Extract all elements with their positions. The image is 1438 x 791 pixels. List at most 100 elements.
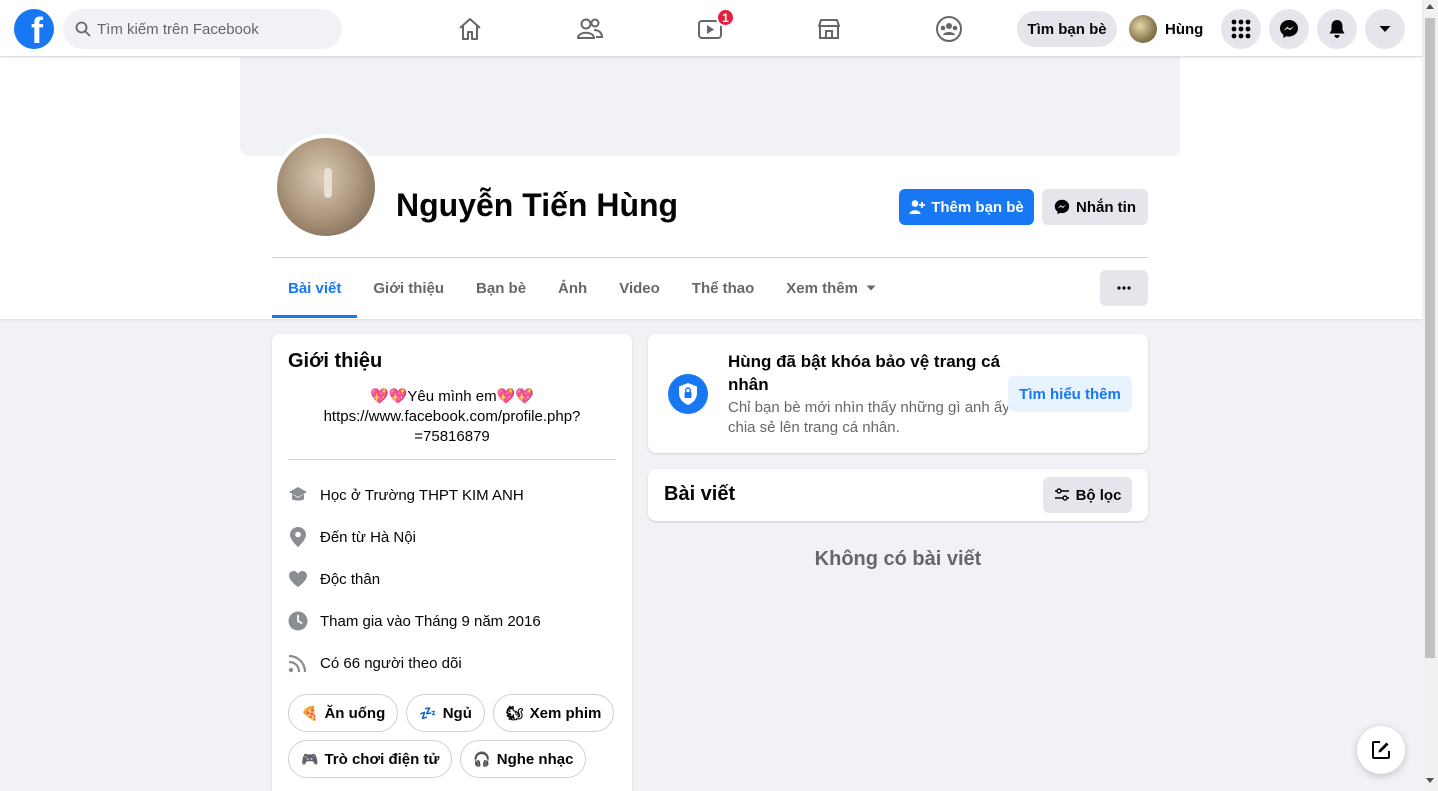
hobby-chip[interactable]: 💤 Ngủ bbox=[406, 694, 485, 732]
intro-card: Giới thiệu 💖💖Yêu mình em💖💖 https://www.f… bbox=[272, 334, 632, 791]
lock-description: Chỉ bạn bè mới nhìn thấy những gì anh ấy… bbox=[728, 399, 1010, 436]
message-label: Nhắn tin bbox=[1076, 198, 1136, 216]
hobby-chip[interactable]: 🍕 Ăn uống bbox=[288, 694, 399, 732]
tab-posts[interactable]: Bài viết bbox=[272, 258, 358, 318]
search-box[interactable] bbox=[63, 9, 342, 49]
sleep-icon: 💤 bbox=[419, 704, 437, 721]
profile-lock-card: Hùng đã bật khóa bảo vệ trang cá nhân Ch… bbox=[648, 334, 1148, 453]
add-user-icon bbox=[909, 200, 926, 214]
bio: 💖💖Yêu mình em💖💖 https://www.facebook.com… bbox=[288, 387, 616, 447]
tab-label: Xem thêm bbox=[786, 279, 858, 297]
squirrel-icon: 🐿 bbox=[505, 704, 524, 721]
info-joined: Tham gia vào Tháng 9 năm 2016 bbox=[288, 600, 616, 642]
filter-label: Bộ lọc bbox=[1075, 486, 1122, 504]
hobby-label: Nghe nhạc bbox=[496, 750, 574, 768]
find-friends-button[interactable]: Tìm bạn bè bbox=[1017, 11, 1117, 47]
bio-divider bbox=[288, 459, 616, 460]
pizza-icon: 🍕 bbox=[301, 704, 319, 721]
notifications-button[interactable] bbox=[1317, 9, 1357, 49]
filter-button[interactable]: Bộ lọc bbox=[1043, 477, 1132, 513]
user-name: Hùng bbox=[1165, 20, 1204, 38]
rss-icon bbox=[288, 653, 308, 673]
tab-photos[interactable]: Ảnh bbox=[542, 258, 603, 318]
facebook-logo-icon[interactable]: f bbox=[14, 9, 54, 49]
tab-label: Ảnh bbox=[558, 279, 588, 297]
nav-watch-tab[interactable]: 1 bbox=[655, 4, 765, 54]
account-menu-button[interactable] bbox=[1365, 9, 1405, 49]
location-pin-icon bbox=[288, 527, 308, 547]
marketplace-icon bbox=[818, 19, 840, 39]
joined-date: Tham gia vào Tháng 9 năm 2016 bbox=[320, 612, 541, 630]
hometown-link[interactable]: Hà Nội bbox=[370, 529, 416, 546]
followers-link[interactable]: 66 người bbox=[343, 655, 404, 672]
followers-prefix: Có bbox=[320, 654, 340, 672]
tab-videos[interactable]: Video bbox=[603, 258, 676, 318]
chevron-down-icon bbox=[1379, 26, 1391, 32]
info-school: Học ở Trường THPT KIM ANH bbox=[288, 474, 616, 516]
filter-icon bbox=[1054, 488, 1069, 501]
notification-badge: 1 bbox=[716, 8, 735, 27]
gamepad-icon: 🎮 bbox=[301, 750, 319, 767]
compose-icon bbox=[1372, 741, 1390, 759]
nav-groups-tab[interactable] bbox=[894, 4, 1004, 54]
info-school-prefix: Học ở bbox=[320, 486, 361, 504]
clock-icon bbox=[288, 611, 308, 631]
tab-about[interactable]: Giới thiệu bbox=[357, 258, 460, 318]
posts-title: Bài viết bbox=[664, 483, 736, 505]
intro-title: Giới thiệu bbox=[288, 350, 383, 372]
ellipsis-icon bbox=[1117, 286, 1131, 290]
profile-name: Nguyễn Tiến Hùng bbox=[396, 187, 679, 223]
relationship-status: Độc thân bbox=[320, 570, 381, 588]
nav-marketplace-tab[interactable] bbox=[774, 4, 884, 54]
bio-link: =75816879 bbox=[414, 428, 490, 445]
grid-menu-icon bbox=[1231, 19, 1251, 39]
tab-more[interactable]: Xem thêm bbox=[770, 258, 892, 318]
tab-label: Giới thiệu bbox=[373, 279, 445, 297]
more-options-button[interactable] bbox=[1100, 270, 1148, 306]
add-friend-button[interactable]: Thêm bạn bè bbox=[899, 189, 1034, 225]
page-scrollbar[interactable] bbox=[1422, 0, 1438, 791]
profile-picture[interactable] bbox=[273, 134, 379, 240]
school-link[interactable]: Trường THPT KIM ANH bbox=[365, 487, 524, 504]
shield-icon bbox=[668, 374, 708, 414]
avatar bbox=[277, 138, 375, 236]
lock-title: Hùng đã bật khóa bảo vệ trang cá nhân bbox=[728, 352, 1001, 394]
messenger-icon bbox=[1054, 199, 1070, 215]
empty-posts-message: Không có bài viết bbox=[814, 548, 982, 570]
hobby-chip[interactable]: 🎧 Nghe nhạc bbox=[460, 740, 587, 778]
nav-home-tab[interactable] bbox=[415, 4, 525, 54]
nav-friends-tab[interactable] bbox=[535, 4, 645, 54]
messenger-icon bbox=[1280, 20, 1298, 38]
new-message-button[interactable] bbox=[1357, 726, 1405, 774]
tab-friends[interactable]: Bạn bè bbox=[460, 258, 542, 318]
top-navbar: f 1 Tìm bạn bè Hùng bbox=[0, 0, 1422, 57]
info-from-prefix: Đến từ bbox=[320, 528, 366, 546]
tab-label: Bài viết bbox=[288, 279, 342, 297]
bio-link: https://www.facebook.com/profile.php? bbox=[323, 408, 581, 425]
hobbies: 🍕 Ăn uống 💤 Ngủ 🐿 Xem phim 🎮 Trò chơi điện t… bbox=[288, 694, 616, 778]
scrollbar-thumb[interactable] bbox=[1425, 18, 1435, 658]
friends-icon bbox=[576, 18, 604, 39]
cover-photo bbox=[240, 57, 1180, 156]
search-icon bbox=[75, 21, 91, 37]
hobby-chip[interactable]: 🐿 Xem phim bbox=[492, 694, 615, 732]
learn-more-button[interactable]: Tìm hiểu thêm bbox=[1008, 376, 1132, 412]
groups-icon bbox=[936, 16, 962, 42]
search-input[interactable] bbox=[97, 20, 317, 38]
message-button[interactable]: Nhắn tin bbox=[1042, 189, 1148, 225]
user-profile-chip[interactable]: Hùng bbox=[1123, 11, 1211, 47]
tab-sports[interactable]: Thể thao bbox=[676, 258, 771, 318]
hobby-label: Ngủ bbox=[442, 704, 472, 722]
menu-button[interactable] bbox=[1221, 9, 1261, 49]
scroll-up-arrow-icon[interactable] bbox=[1426, 4, 1434, 9]
hobby-label: Ăn uống bbox=[324, 704, 386, 722]
scroll-down-arrow-icon[interactable] bbox=[1426, 778, 1434, 783]
heart-icon bbox=[288, 569, 308, 589]
profile-tabs: Bài viết Giới thiệu Bạn bè Ảnh Video Thể… bbox=[272, 258, 892, 318]
hobby-chip[interactable]: 🎮 Trò chơi điện tử bbox=[288, 740, 453, 778]
hobby-label: Xem phim bbox=[529, 704, 602, 722]
messenger-button[interactable] bbox=[1269, 9, 1309, 49]
home-icon bbox=[459, 18, 481, 40]
posts-card: Bài viết Bộ lọc bbox=[648, 469, 1148, 521]
info-followers: Có 66 người theo dõi bbox=[288, 642, 616, 684]
